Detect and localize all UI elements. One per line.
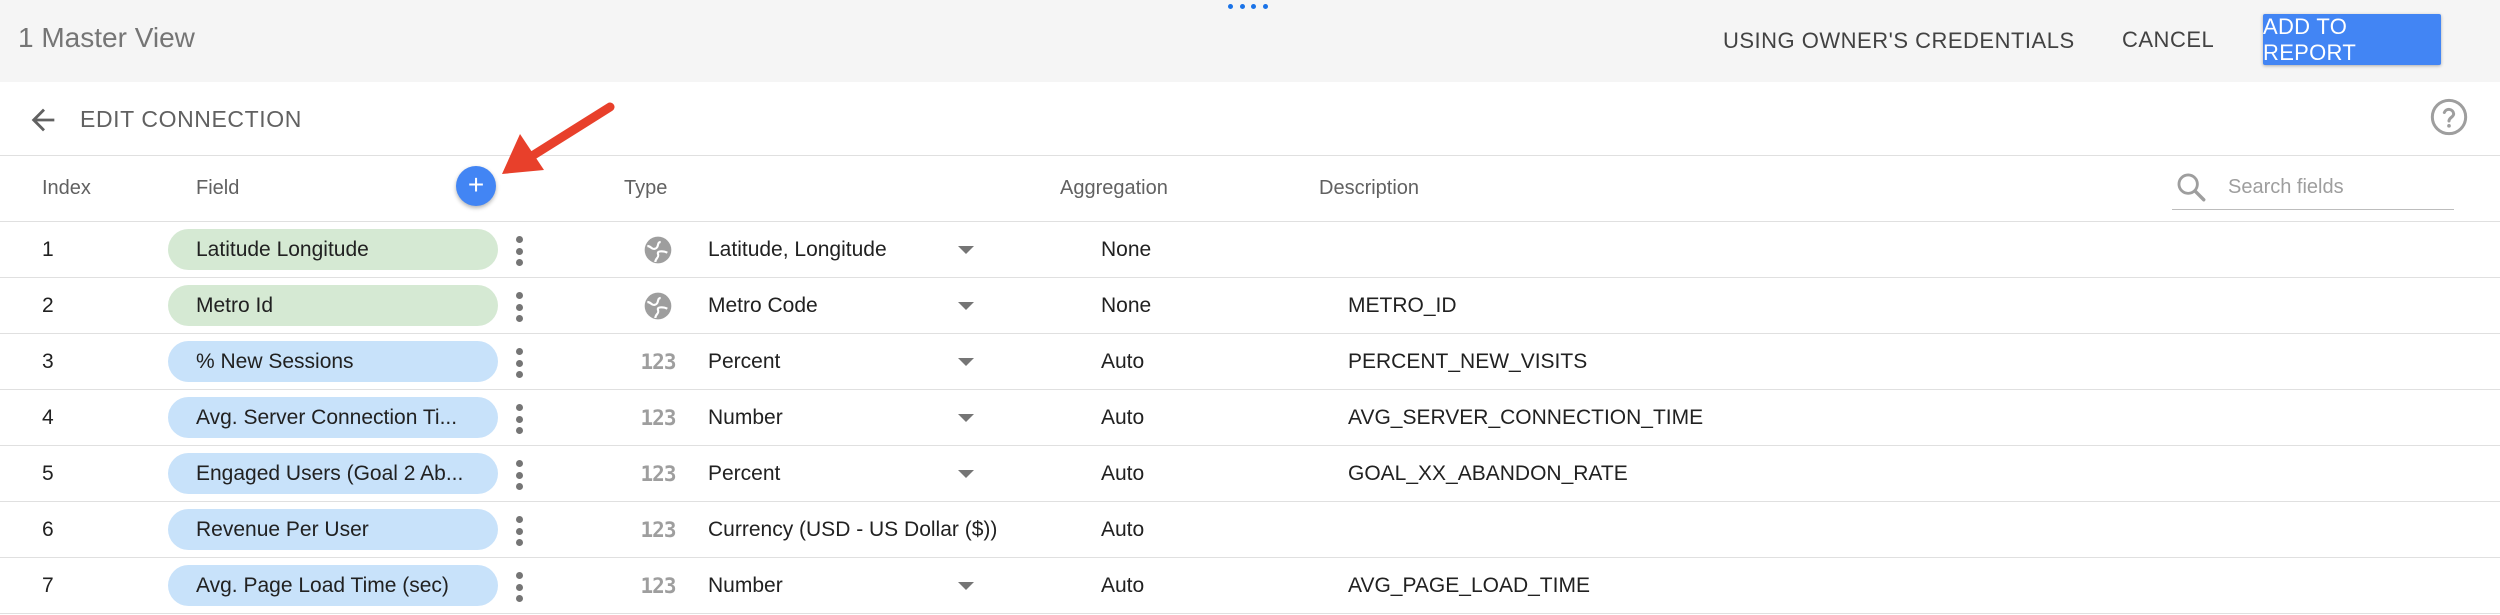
number-icon: 123 — [640, 462, 677, 486]
chevron-down-icon[interactable] — [958, 302, 974, 310]
table-row: 1 Latitude Longitude Latitude, Longitude… — [0, 222, 2500, 278]
column-description: Description — [1319, 177, 1420, 199]
search-icon — [2177, 173, 2206, 202]
description-value: GOAL_XX_ABANDON_RATE — [1348, 462, 1628, 485]
field-chip[interactable]: Avg. Page Load Time (sec) — [168, 565, 498, 606]
credentials-button[interactable]: USING OWNER'S CREDENTIALS — [1723, 28, 2075, 54]
more-vert-icon[interactable] — [510, 234, 528, 268]
more-vert-icon[interactable] — [510, 458, 528, 492]
drag-handle-icon[interactable] — [1228, 4, 1268, 12]
type-dropdown[interactable]: Currency (USD - US Dollar ($)) — [708, 502, 997, 558]
table-row: 6 Revenue Per User 123 Currency (USD - U… — [0, 502, 2500, 558]
more-vert-icon[interactable] — [510, 346, 528, 380]
chevron-down-icon[interactable] — [958, 358, 974, 366]
chevron-down-icon[interactable] — [958, 414, 974, 422]
globe-icon — [638, 232, 678, 268]
help-circle-icon[interactable] — [2429, 97, 2469, 137]
column-index: Index — [42, 177, 91, 199]
add-field-button[interactable]: + — [456, 166, 496, 206]
fields-table: 1 Latitude Longitude Latitude, Longitude… — [0, 222, 2500, 614]
column-field: Field — [196, 177, 240, 199]
row-index: 6 — [42, 518, 54, 541]
table-row: 5 Engaged Users (Goal 2 Ab... 123 Percen… — [0, 446, 2500, 502]
field-chip[interactable]: Engaged Users (Goal 2 Ab... — [168, 453, 498, 494]
page-title: EDIT CONNECTION — [80, 106, 302, 132]
number-icon: 123 — [640, 574, 677, 598]
table-row: 7 Avg. Page Load Time (sec) 123 Number A… — [0, 558, 2500, 614]
row-index: 2 — [42, 294, 54, 317]
column-aggregation: Aggregation — [1060, 177, 1168, 199]
more-vert-icon[interactable] — [510, 290, 528, 324]
arrow-back-icon[interactable] — [26, 103, 60, 137]
aggregation-value[interactable]: Auto — [1101, 334, 1144, 390]
table-row: 4 Avg. Server Connection Ti... 123 Numbe… — [0, 390, 2500, 446]
aggregation-value[interactable]: None — [1101, 278, 1151, 334]
annotation-arrow-icon — [502, 102, 615, 174]
aggregation-value[interactable]: None — [1101, 222, 1151, 278]
aggregation-value[interactable]: Auto — [1101, 558, 1144, 614]
description-value: PERCENT_NEW_VISITS — [1348, 350, 1588, 373]
edit-connection-bar: EDIT CONNECTION — [0, 82, 2500, 156]
row-index: 1 — [42, 238, 54, 261]
field-chip[interactable]: Metro Id — [168, 285, 498, 326]
type-dropdown[interactable]: Number — [708, 390, 783, 446]
more-vert-icon[interactable] — [510, 570, 528, 604]
more-vert-icon[interactable] — [510, 402, 528, 436]
search-field — [2172, 164, 2454, 210]
aggregation-value[interactable]: Auto — [1101, 446, 1144, 502]
column-type: Type — [624, 177, 668, 199]
more-vert-icon[interactable] — [510, 514, 528, 548]
description-value: AVG_SERVER_CONNECTION_TIME — [1348, 406, 1704, 429]
add-to-report-button[interactable]: ADD TO REPORT — [2263, 14, 2441, 65]
description-value: METRO_ID — [1348, 294, 1457, 317]
row-index: 5 — [42, 462, 54, 485]
type-dropdown[interactable]: Percent — [708, 334, 780, 390]
field-chip[interactable]: Latitude Longitude — [168, 229, 498, 270]
globe-icon — [638, 288, 678, 324]
aggregation-value[interactable]: Auto — [1101, 390, 1144, 446]
top-bar: 1 Master View USING OWNER'S CREDENTIALS … — [0, 0, 2500, 82]
field-chip[interactable]: Revenue Per User — [168, 509, 498, 550]
type-dropdown[interactable]: Metro Code — [708, 278, 818, 334]
table-row: 3 % New Sessions 123 Percent Auto PERCEN… — [0, 334, 2500, 390]
chevron-down-icon[interactable] — [958, 246, 974, 254]
search-input[interactable] — [2228, 172, 2448, 202]
number-icon: 123 — [640, 350, 677, 374]
chevron-down-icon[interactable] — [958, 582, 974, 590]
report-title: 1 Master View — [18, 22, 195, 53]
chevron-down-icon[interactable] — [958, 470, 974, 478]
type-dropdown[interactable]: Percent — [708, 446, 780, 502]
number-icon: 123 — [640, 518, 677, 542]
table-row: 2 Metro Id Metro Code None METRO_ID — [0, 278, 2500, 334]
field-chip[interactable]: Avg. Server Connection Ti... — [168, 397, 498, 438]
description-value: AVG_PAGE_LOAD_TIME — [1348, 574, 1590, 597]
number-icon: 123 — [640, 406, 677, 430]
cancel-button[interactable]: CANCEL — [2122, 27, 2214, 53]
column-header: Index Field + Type Aggregation Descripti… — [0, 156, 2500, 222]
row-index: 7 — [42, 574, 54, 597]
row-index: 3 — [42, 350, 54, 373]
type-dropdown[interactable]: Latitude, Longitude — [708, 222, 887, 278]
row-index: 4 — [42, 406, 54, 429]
field-chip[interactable]: % New Sessions — [168, 341, 498, 382]
type-dropdown[interactable]: Number — [708, 558, 783, 614]
aggregation-value[interactable]: Auto — [1101, 502, 1144, 558]
